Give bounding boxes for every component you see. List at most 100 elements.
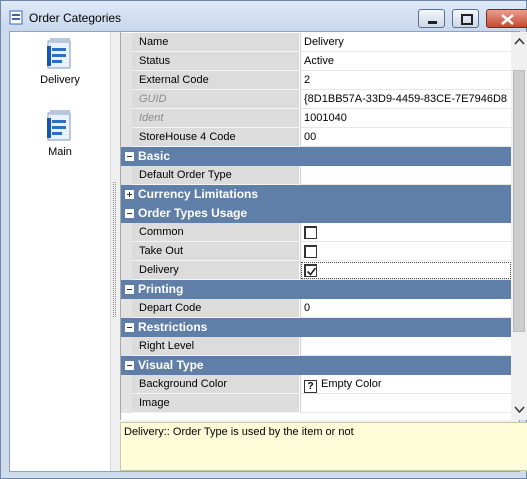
property-checkbox[interactable] [300, 223, 511, 242]
property-row[interactable]: Image [121, 394, 511, 413]
close-button[interactable] [486, 9, 527, 28]
category-list: Delivery Main [10, 32, 110, 471]
property-grid: Name Delivery Status Active External Code 2 GU… [120, 32, 511, 420]
category-document-icon [47, 110, 71, 141]
pane-splitter[interactable] [110, 32, 120, 471]
property-row[interactable]: Delivery [121, 261, 511, 280]
property-value[interactable]: ? Empty Color [300, 375, 511, 394]
category-item-main[interactable]: Main [10, 110, 110, 158]
row-gutter [121, 33, 132, 52]
collapse-icon[interactable] [125, 361, 134, 370]
property-value-text: Empty Color [321, 378, 382, 390]
row-gutter [121, 223, 132, 242]
property-row[interactable]: Right Level [121, 337, 511, 356]
property-name: StoreHouse 4 Code [132, 128, 299, 147]
category-item-delivery[interactable]: Delivery [10, 38, 110, 86]
property-value[interactable]: 1001040 [300, 109, 511, 128]
category-item-label: Delivery [40, 74, 80, 86]
splitter-grip[interactable] [113, 182, 116, 317]
checkbox-checked-icon[interactable] [304, 264, 317, 277]
minimize-icon [428, 21, 437, 24]
category-header-label: Printing [138, 282, 184, 296]
property-row[interactable]: Take Out [121, 242, 511, 261]
collapse-icon[interactable] [125, 323, 134, 332]
row-gutter [121, 299, 132, 318]
property-name: Depart Code [132, 299, 299, 318]
category-header[interactable]: Restrictions [121, 318, 511, 337]
property-value[interactable]: 00 [300, 128, 511, 147]
property-name: Status [132, 52, 299, 71]
minimize-button[interactable] [418, 9, 445, 28]
property-name: Common [132, 223, 299, 242]
order-categories-window: Order Categories Delivery Main Name Deli… [0, 0, 527, 479]
collapse-icon[interactable] [125, 285, 134, 294]
property-checkbox[interactable] [300, 261, 511, 280]
property-row[interactable]: Default Order Type [121, 166, 511, 185]
scroll-down-icon[interactable] [514, 404, 525, 415]
row-gutter [121, 394, 132, 413]
property-checkbox[interactable] [300, 242, 511, 261]
property-value[interactable]: 2 [300, 71, 511, 90]
scrollbar-thumb[interactable] [513, 70, 525, 332]
category-header-label: Restrictions [138, 320, 208, 334]
property-row[interactable]: StoreHouse 4 Code 00 [121, 128, 511, 147]
client-area: Delivery Main Name Delivery Status Active Ex… [9, 31, 527, 472]
title-bar[interactable]: Order Categories [1, 1, 527, 31]
row-gutter [121, 166, 132, 185]
row-gutter [121, 52, 132, 71]
category-header[interactable]: Printing [121, 280, 511, 299]
property-value[interactable]: Delivery [300, 33, 511, 52]
maximize-button[interactable] [452, 9, 479, 28]
property-value[interactable] [300, 337, 511, 356]
category-header-label: Visual Type [138, 358, 204, 372]
category-item-label: Main [48, 146, 72, 158]
row-gutter [121, 71, 132, 90]
property-row[interactable]: Status Active [121, 52, 511, 71]
row-gutter [121, 337, 132, 356]
property-row[interactable]: Name Delivery [121, 33, 511, 52]
property-row[interactable]: Background Color? Empty Color [121, 375, 511, 394]
category-document-icon [47, 38, 71, 69]
row-gutter [121, 109, 132, 128]
property-value[interactable]: {8D1BB57A-33D9-4459-83CE-7E7946D8 [300, 90, 511, 109]
row-gutter [121, 128, 132, 147]
property-row[interactable]: Depart Code 0 [121, 299, 511, 318]
category-header[interactable]: Basic [121, 147, 511, 166]
checkbox-unchecked-icon[interactable] [304, 226, 317, 239]
row-gutter [121, 242, 132, 261]
description-text: Delivery:: Order Type is used by the ite… [124, 426, 354, 438]
expand-icon[interactable] [125, 190, 134, 199]
checkbox-unchecked-icon[interactable] [304, 245, 317, 258]
property-value[interactable] [300, 394, 511, 413]
row-gutter [121, 90, 132, 109]
color-unknown-icon: ? [304, 380, 317, 393]
property-name: Image [132, 394, 299, 413]
property-value[interactable]: Active [300, 52, 511, 71]
collapse-icon[interactable] [125, 209, 134, 218]
window-title: Order Categories [29, 11, 122, 25]
collapse-icon[interactable] [125, 152, 134, 161]
property-name: Name [132, 33, 299, 52]
category-header[interactable]: Visual Type [121, 356, 511, 375]
property-name: External Code [132, 71, 299, 90]
property-name: Ident [132, 109, 299, 128]
category-header[interactable]: Currency Limitations [121, 185, 511, 204]
property-value[interactable] [300, 166, 511, 185]
category-header-label: Currency Limitations [138, 187, 259, 201]
property-row[interactable]: External Code 2 [121, 71, 511, 90]
vertical-scrollbar[interactable] [511, 32, 527, 420]
row-gutter [121, 261, 132, 280]
close-icon [501, 14, 514, 25]
category-header-label: Basic [138, 149, 171, 163]
property-row[interactable]: Common [121, 223, 511, 242]
property-name: Delivery [132, 261, 299, 280]
property-row[interactable]: GUID {8D1BB57A-33D9-4459-83CE-7E7946D8 [121, 90, 511, 109]
maximize-icon [461, 14, 473, 25]
category-header[interactable]: Order Types Usage [121, 204, 511, 223]
property-name: Default Order Type [132, 166, 299, 185]
property-value[interactable]: 0 [300, 299, 511, 318]
scroll-up-icon[interactable] [514, 36, 525, 47]
description-panel: Delivery:: Order Type is used by the ite… [120, 422, 527, 471]
property-row[interactable]: Ident 1001040 [121, 109, 511, 128]
property-name: Take Out [132, 242, 299, 261]
